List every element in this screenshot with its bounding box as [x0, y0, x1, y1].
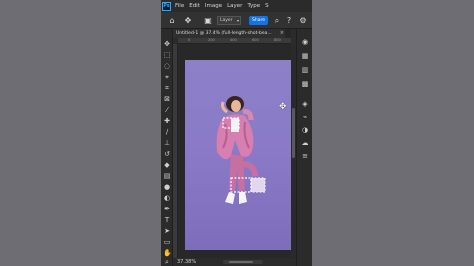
ruler-tick: 0	[188, 38, 191, 42]
gradients-icon[interactable]: ▥	[301, 66, 309, 74]
rectangle-tool-icon[interactable]: ▭	[163, 238, 171, 246]
chevron-down-icon: ▾	[236, 18, 239, 23]
menu-layer[interactable]: Layer	[227, 3, 242, 9]
move-cursor-icon: ✥	[279, 102, 287, 112]
history-brush-icon[interactable]: ↺	[163, 150, 171, 158]
menu-image[interactable]: Image	[205, 3, 222, 9]
options-bar: ⌂ ✥ ▣ Layer ▾ Share ⌕ ? ⚙	[161, 12, 312, 29]
clone-stamp-icon[interactable]: ⊥	[163, 139, 171, 147]
menu-type[interactable]: Type	[247, 3, 260, 9]
search-icon[interactable]: ⌕	[272, 16, 282, 25]
pen-tool-icon[interactable]: ✒	[163, 205, 171, 213]
desktop-background-right	[312, 0, 474, 266]
frame-tool-icon[interactable]: ⊠	[163, 95, 171, 103]
move-icon[interactable]: ✥	[183, 16, 193, 25]
marquee-tool-icon[interactable]: ⬚	[163, 51, 171, 59]
selection-marquee[interactable]	[250, 177, 266, 193]
settings-icon[interactable]: ⚙	[298, 16, 308, 25]
status-bar: 37.38%	[173, 258, 296, 266]
menu-list: File Edit Image Layer Type S	[175, 3, 269, 9]
ruler-tick: 200	[208, 38, 215, 42]
document-tab[interactable]: Untitled-1 @ 37.4% (full-length-shot-bea…	[173, 29, 285, 38]
menu-bar: Ps File Edit Image Layer Type S	[161, 0, 312, 12]
tools-panel: ✥ ⬚ ◌ ⌖ ⌗ ⊠ ⁄ ✚ ∕ ⊥ ↺ ◆ ▤ ● ◐ ✒ T ➤ ▭ ✋ …	[161, 29, 173, 266]
layers-icon[interactable]: ◈	[301, 100, 309, 108]
horizontal-scrollbar[interactable]	[223, 260, 263, 264]
photoshop-window: Ps File Edit Image Layer Type S ⌂ ✥ ▣ La…	[161, 0, 312, 266]
document-canvas[interactable]	[185, 60, 291, 250]
right-panel-dock: ◉ ▦ ▥ ▩ ◈ ⌁ ◑ ☁ ≡	[296, 29, 312, 266]
lasso-tool-icon[interactable]: ◌	[163, 62, 171, 70]
ruler-tick: 800	[274, 38, 281, 42]
layer-select-value: Layer	[220, 18, 233, 23]
zoom-tool-icon[interactable]: ⌕	[163, 258, 171, 266]
blur-tool-icon[interactable]: ●	[163, 183, 171, 191]
type-tool-icon[interactable]: T	[163, 216, 171, 224]
canvas-workspace[interactable]	[178, 44, 291, 258]
desktop-background-left	[0, 0, 161, 266]
share-button[interactable]: Share	[249, 16, 268, 25]
close-icon[interactable]: ×	[280, 29, 284, 38]
brush-tool-icon[interactable]: ∕	[163, 128, 171, 136]
healing-brush-icon[interactable]: ✚	[163, 117, 171, 125]
home-icon[interactable]: ⌂	[167, 16, 177, 25]
help-icon[interactable]: ?	[284, 16, 294, 25]
menu-edit[interactable]: Edit	[189, 3, 200, 9]
object-select-icon[interactable]: ⌖	[163, 73, 171, 81]
properties-icon[interactable]: ≡	[301, 152, 309, 160]
adjustments-icon[interactable]: ◑	[301, 126, 309, 134]
photo-image	[216, 96, 266, 204]
paths-icon[interactable]: ⌁	[301, 113, 309, 121]
document-tab-bar: Untitled-1 @ 37.4% (full-length-shot-bea…	[173, 29, 291, 38]
color-panel-icon[interactable]: ◉	[301, 38, 309, 46]
ruler-tick: 600	[252, 38, 259, 42]
eyedropper-icon[interactable]: ⁄	[163, 106, 171, 114]
scrollbar-thumb[interactable]	[292, 108, 295, 158]
shoe-shape	[225, 192, 235, 204]
libraries-icon[interactable]: ☁	[301, 139, 309, 147]
document-tab-title: Untitled-1 @ 37.4% (full-length-shot-bea…	[176, 31, 272, 36]
dodge-tool-icon[interactable]: ◐	[163, 194, 171, 202]
swatches-icon[interactable]: ▦	[301, 52, 309, 60]
move-tool-icon[interactable]: ✥	[163, 40, 171, 48]
crop-tool-icon[interactable]: ⌗	[163, 84, 171, 92]
layer-select-dropdown[interactable]: Layer ▾	[217, 16, 241, 25]
patterns-icon[interactable]: ▩	[301, 80, 309, 88]
eraser-tool-icon[interactable]: ◆	[163, 161, 171, 169]
face-shape	[231, 100, 241, 112]
scrollbar-thumb[interactable]	[229, 261, 253, 263]
gradient-tool-icon[interactable]: ▤	[163, 172, 171, 180]
path-select-icon[interactable]: ➤	[163, 227, 171, 235]
auto-select-icon[interactable]: ▣	[203, 16, 213, 25]
photoshop-logo: Ps	[162, 1, 171, 11]
zoom-level[interactable]: 37.38%	[177, 258, 196, 266]
shirt-shape	[231, 118, 239, 132]
ruler-tick: 400	[230, 38, 237, 42]
menu-file[interactable]: File	[175, 3, 184, 9]
menu-select[interactable]: S	[265, 3, 269, 9]
shoe-shape	[239, 192, 247, 204]
hand-tool-icon[interactable]: ✋	[163, 249, 172, 257]
